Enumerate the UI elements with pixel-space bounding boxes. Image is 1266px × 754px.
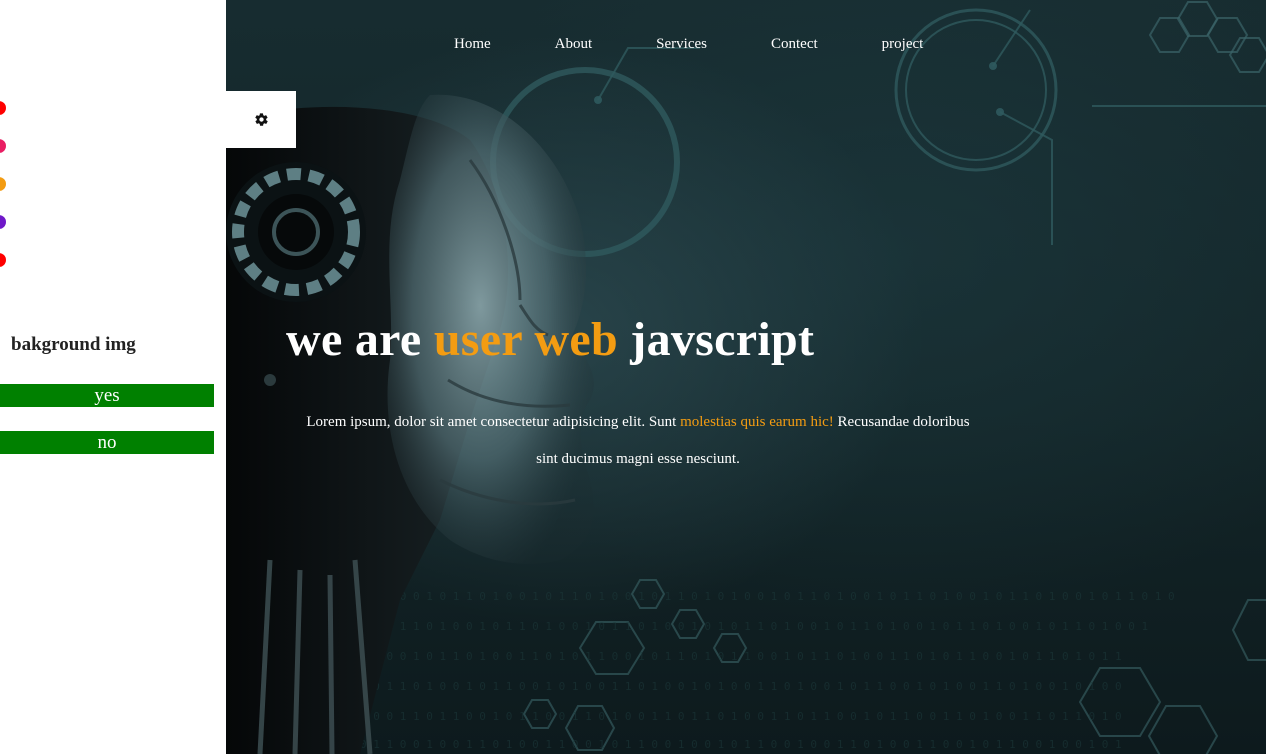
nav-link-services[interactable]: Services bbox=[656, 36, 707, 53]
color-swatch-orange[interactable] bbox=[0, 177, 6, 191]
nav-link-about[interactable]: About bbox=[555, 36, 593, 53]
svg-text:0 0 1 1 0 1 0 0 1 0 1 1 0 0 1: 0 0 1 1 0 1 0 0 1 0 1 1 0 0 1 0 1 0 0 1 … bbox=[360, 680, 1122, 693]
color-swatch-red-2[interactable] bbox=[0, 253, 6, 267]
background-no-button[interactable]: no bbox=[0, 431, 214, 454]
nav-link-home[interactable]: Home bbox=[454, 36, 491, 53]
background-yes-button[interactable]: yes bbox=[0, 384, 214, 407]
headline-part-2: javscript bbox=[618, 313, 815, 366]
hero-paragraph: Lorem ipsum, dolor sit amet consectetur … bbox=[306, 404, 970, 478]
hero-headline: we are user web javscript bbox=[286, 312, 814, 367]
settings-toggle-button[interactable] bbox=[226, 91, 296, 148]
page: 1 0 1 0 0 1 0 1 1 0 1 0 0 1 0 1 1 0 1 0 … bbox=[0, 0, 1266, 754]
color-swatch-purple[interactable] bbox=[0, 215, 6, 229]
nav-link-contect[interactable]: Contect bbox=[771, 36, 818, 53]
main-nav: Home About Services Contect project bbox=[454, 36, 923, 53]
headline-part-1: we are bbox=[286, 313, 434, 366]
color-swatch-pink[interactable] bbox=[0, 139, 6, 153]
gear-icon bbox=[254, 113, 268, 126]
color-swatch-red[interactable] bbox=[0, 101, 6, 115]
background-image-label: bakground img bbox=[11, 334, 136, 355]
svg-text:0 1 1 0 0 1 0 0 1 1 0 1 0 0 1: 0 1 1 0 0 1 0 0 1 1 0 1 0 0 1 1 0 0 1 0 … bbox=[360, 738, 1122, 751]
svg-text:1 0 0 1 1 0 1 1 0 0 1 0 1 1 0: 1 0 0 1 1 0 1 1 0 0 1 0 1 1 0 0 1 1 0 1 … bbox=[360, 710, 1122, 723]
nav-link-project[interactable]: project bbox=[882, 36, 924, 53]
settings-panel: s bakground img yes no bbox=[0, 0, 226, 754]
headline-accent: user web bbox=[433, 313, 618, 366]
svg-text:0 1 0 1 1 0 1 0 0 1 0 1 1 0 1: 0 1 0 1 1 0 1 0 0 1 0 1 1 0 1 0 0 1 0 1 … bbox=[360, 620, 1148, 633]
lead-part-1: Lorem ipsum, dolor sit amet consectetur … bbox=[306, 414, 681, 430]
svg-text:1 1 0 0 1 0 1 1 0 1 0 0 1 1 0: 1 1 0 0 1 0 1 1 0 1 0 0 1 1 0 1 0 1 1 0 … bbox=[360, 650, 1122, 663]
lead-accent: molestias quis earum hic! bbox=[680, 414, 834, 430]
svg-text:1 0 1 0 0 1 0 1 1 0 1 0 0 1 0: 1 0 1 0 0 1 0 1 1 0 1 0 0 1 0 1 1 0 1 0 … bbox=[360, 590, 1175, 603]
